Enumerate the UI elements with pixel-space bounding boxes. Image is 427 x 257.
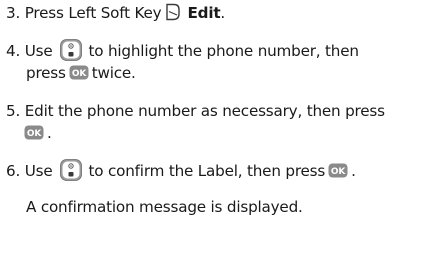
edit-label: Edit bbox=[187, 4, 221, 22]
step-text-line2: press bbox=[26, 64, 66, 82]
step-6: 6. Use to confirm the Label, then press … bbox=[6, 158, 423, 182]
step-number: 6. bbox=[6, 162, 21, 180]
step-5: 5. Edit the phone number as necessary, t… bbox=[6, 100, 423, 144]
step-text: Use bbox=[24, 42, 53, 60]
navigation-key-icon bbox=[59, 158, 82, 181]
step-text: Use bbox=[24, 162, 53, 180]
step-text-middle: to highlight the phone number, then bbox=[88, 42, 359, 60]
step-text-end: . bbox=[220, 4, 226, 22]
step-text-end: twice. bbox=[91, 64, 136, 82]
step-text: Press Left Soft Key bbox=[24, 4, 162, 22]
ok-key-icon: OK bbox=[69, 65, 89, 79]
ok-key-icon: OK bbox=[24, 125, 44, 139]
navigation-key-icon bbox=[59, 38, 82, 61]
step-text: Edit the phone number as necessary, then… bbox=[24, 102, 385, 120]
svg-text:OK: OK bbox=[27, 129, 42, 139]
step-4: 4. Use to highlight the phone number, th… bbox=[6, 38, 423, 84]
step-text-end: . bbox=[47, 124, 52, 142]
ok-key-icon: OK bbox=[328, 163, 348, 177]
step-text-middle: to confirm the Label, then press bbox=[88, 162, 326, 180]
confirmation-note: A confirmation message is displayed. bbox=[26, 198, 303, 216]
step-3: 3. Press Left Soft Key Edit. bbox=[6, 2, 423, 24]
step-number: 4. bbox=[6, 42, 21, 60]
svg-text:OK: OK bbox=[72, 69, 87, 79]
step-number: 5. bbox=[6, 102, 21, 120]
svg-text:OK: OK bbox=[331, 167, 346, 177]
manual-page: 3. Press Left Soft Key Edit. 4. Use to h… bbox=[0, 0, 427, 257]
left-soft-key-icon bbox=[166, 3, 181, 21]
step-text-end: . bbox=[351, 162, 356, 180]
step-number: 3. bbox=[6, 4, 21, 22]
